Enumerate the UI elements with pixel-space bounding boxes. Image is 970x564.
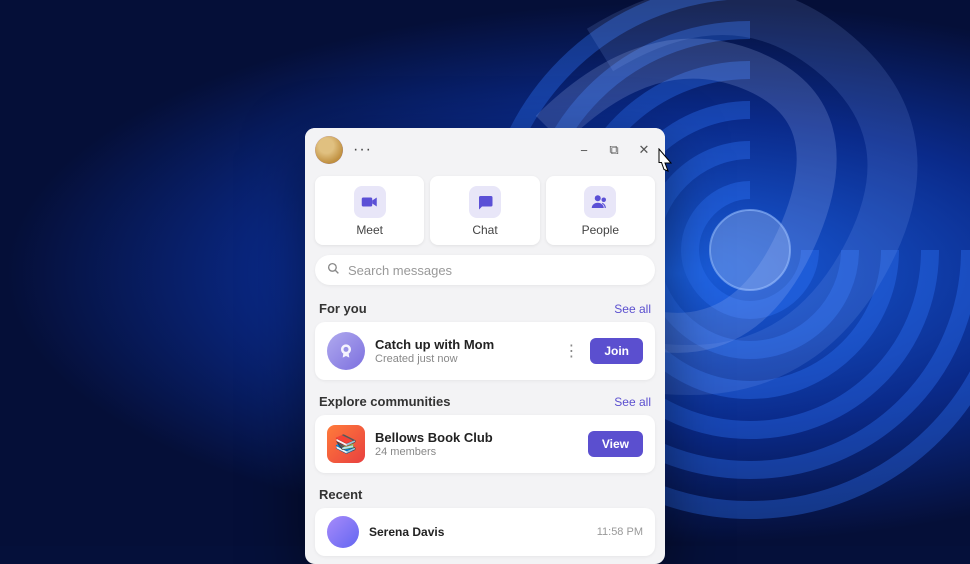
view-button[interactable]: View (588, 431, 643, 457)
teams-window: ··· − ⧉ ✕ Meet Chat (305, 128, 665, 564)
recent-name: Serena Davis (369, 525, 587, 539)
people-label: People (582, 223, 619, 237)
video-icon (354, 186, 386, 218)
recent-item[interactable]: Serena Davis 11:58 PM (315, 508, 655, 556)
for-you-title: For you (319, 301, 367, 316)
recent-avatar (327, 516, 359, 548)
explore-communities-section-header: Explore communities See all (305, 388, 665, 415)
chat-button[interactable]: Chat (430, 176, 539, 245)
for-you-section-header: For you See all (305, 295, 665, 322)
catch-up-more-button[interactable]: ⋮ (559, 337, 584, 365)
search-icon (327, 262, 340, 278)
meet-label: Meet (356, 223, 383, 237)
catch-up-actions: ⋮ Join (559, 337, 643, 365)
book-club-title: Bellows Book Club (375, 430, 578, 445)
search-placeholder: Search messages (348, 263, 452, 278)
explore-communities-title: Explore communities (319, 394, 450, 409)
action-buttons-row: Meet Chat People (305, 170, 665, 255)
catch-up-card: Catch up with Mom Created just now ⋮ Joi… (315, 322, 655, 380)
close-button[interactable]: ✕ (633, 139, 655, 161)
title-bar-left: ··· (315, 136, 376, 164)
avatar-image (315, 136, 343, 164)
chat-label: Chat (472, 223, 497, 237)
book-club-icon: 📚 (327, 425, 365, 463)
book-club-card: 📚 Bellows Book Club 24 members View (315, 415, 655, 473)
book-club-subtitle: 24 members (375, 446, 578, 458)
people-icon (584, 186, 616, 218)
more-options-button[interactable]: ··· (349, 139, 376, 161)
avatar[interactable] (315, 136, 343, 164)
meet-button[interactable]: Meet (315, 176, 424, 245)
restore-button[interactable]: ⧉ (603, 139, 625, 161)
search-bar[interactable]: Search messages (315, 255, 655, 285)
title-bar: ··· − ⧉ ✕ (305, 128, 665, 170)
people-button[interactable]: People (546, 176, 655, 245)
chat-icon (469, 186, 501, 218)
meet-card-icon (327, 332, 365, 370)
recent-section-header: Recent (305, 481, 665, 508)
catch-up-title: Catch up with Mom (375, 337, 549, 352)
book-club-info: Bellows Book Club 24 members (375, 430, 578, 458)
recent-info: Serena Davis (369, 525, 587, 539)
join-button[interactable]: Join (590, 338, 643, 364)
recent-title: Recent (319, 487, 362, 502)
window-controls: − ⧉ ✕ (573, 139, 655, 161)
catch-up-subtitle: Created just now (375, 353, 549, 365)
recent-time: 11:58 PM (597, 526, 643, 538)
explore-communities-see-all[interactable]: See all (614, 395, 651, 409)
minimize-button[interactable]: − (573, 139, 595, 161)
catch-up-info: Catch up with Mom Created just now (375, 337, 549, 365)
book-club-actions: View (588, 431, 643, 457)
for-you-see-all[interactable]: See all (614, 302, 651, 316)
